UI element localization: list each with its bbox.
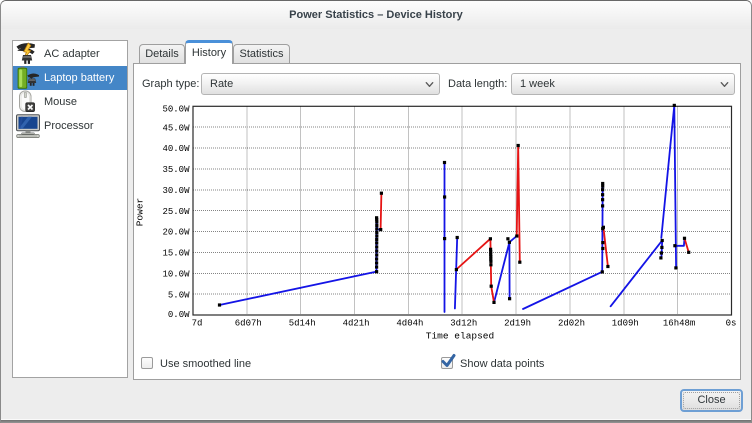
svg-text:10.0W: 10.0W xyxy=(162,270,190,280)
svg-text:4d21h: 4d21h xyxy=(343,318,370,328)
svg-text:2d02h: 2d02h xyxy=(558,318,585,328)
svg-text:1d09h: 1d09h xyxy=(612,318,639,328)
svg-text:7d: 7d xyxy=(192,318,203,328)
svg-text:5d14h: 5d14h xyxy=(289,318,316,328)
svg-text:20.0W: 20.0W xyxy=(162,228,190,238)
svg-text:45.0W: 45.0W xyxy=(162,123,190,133)
svg-text:4d04h: 4d04h xyxy=(396,318,423,328)
svg-text:16h48m: 16h48m xyxy=(663,318,695,328)
svg-text:3d12h: 3d12h xyxy=(450,318,477,328)
svg-text:35.0W: 35.0W xyxy=(162,165,190,175)
svg-text:30.0W: 30.0W xyxy=(162,186,190,196)
svg-text:0s: 0s xyxy=(726,318,737,328)
svg-text:50.0W: 50.0W xyxy=(162,104,190,114)
svg-text:Time elapsed: Time elapsed xyxy=(426,331,494,342)
svg-text:15.0W: 15.0W xyxy=(162,249,190,259)
svg-text:0.0W: 0.0W xyxy=(168,310,190,320)
svg-text:Power: Power xyxy=(135,198,146,227)
svg-text:6d07h: 6d07h xyxy=(235,318,262,328)
svg-text:25.0W: 25.0W xyxy=(162,207,190,217)
svg-text:5.0W: 5.0W xyxy=(168,290,190,300)
svg-text:2d19h: 2d19h xyxy=(504,318,531,328)
svg-text:40.0W: 40.0W xyxy=(162,144,190,154)
